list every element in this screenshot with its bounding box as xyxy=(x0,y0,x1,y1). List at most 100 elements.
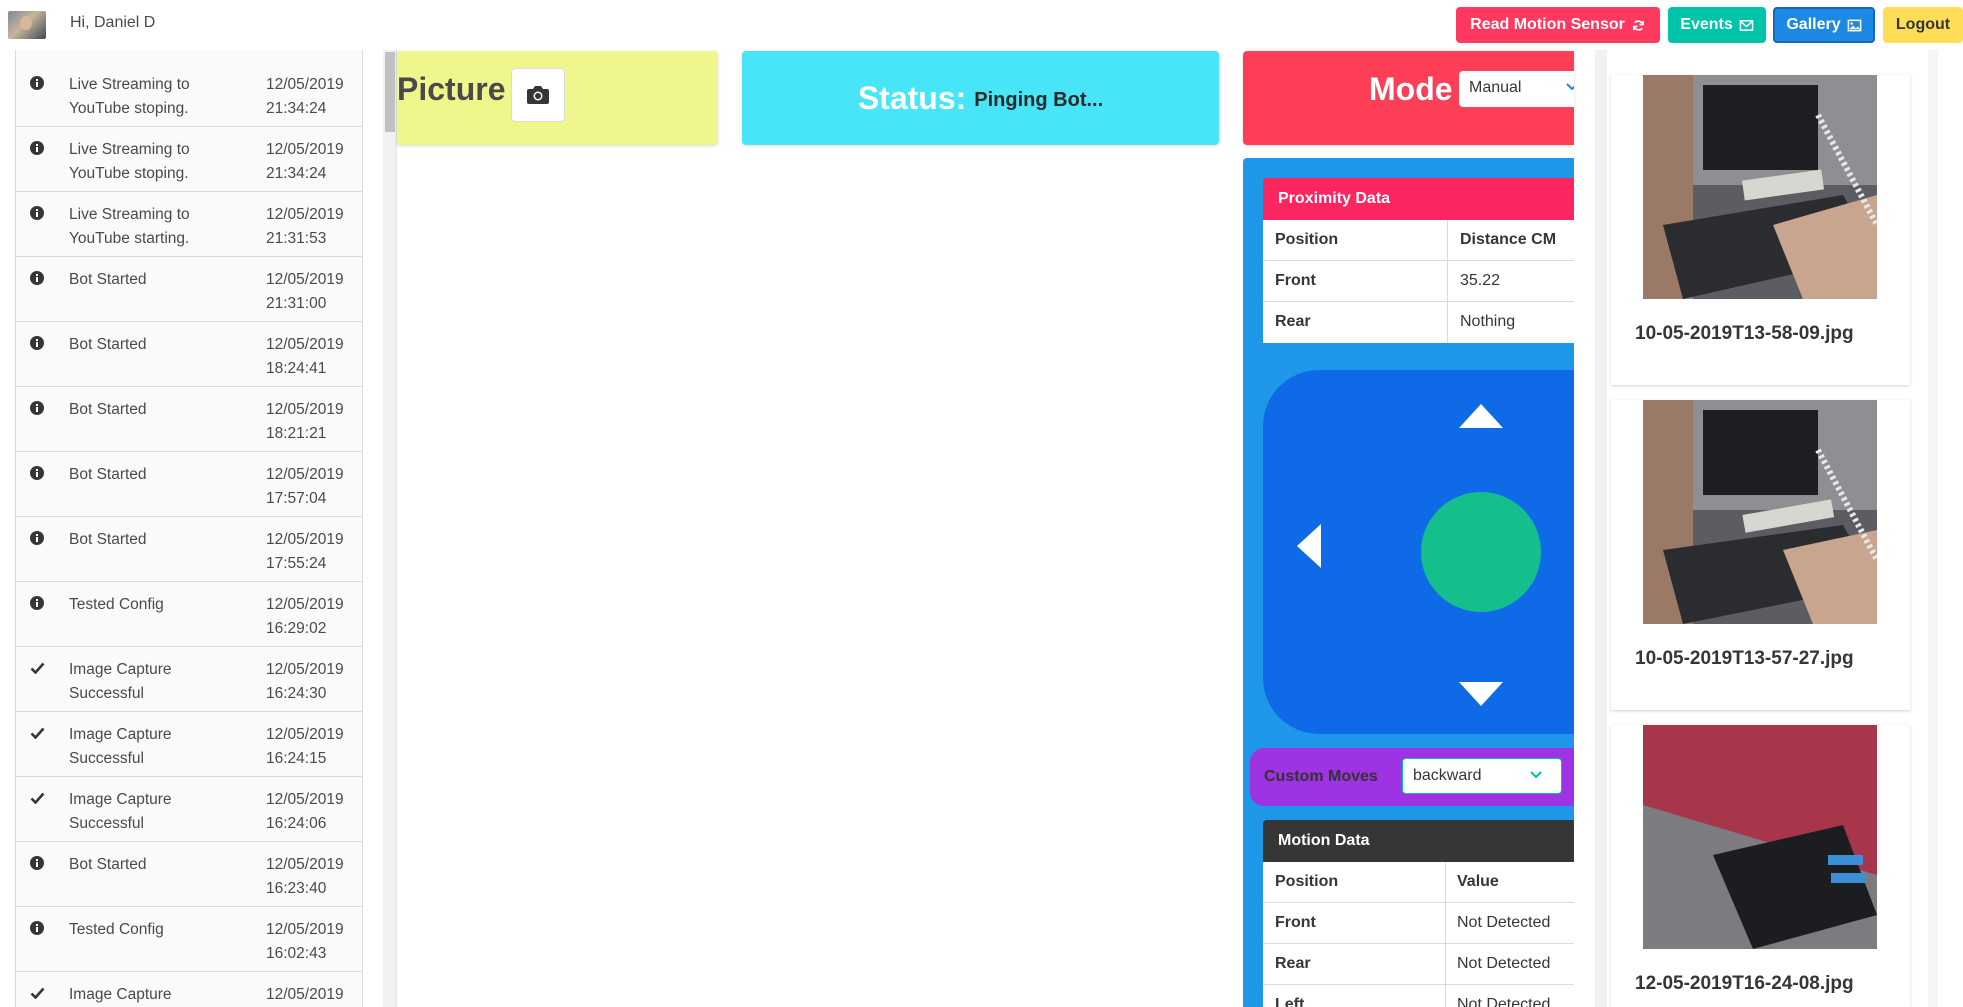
table-row: Front 35.22 xyxy=(1263,261,1574,302)
mode-card: Mode Manual xyxy=(1243,51,1574,145)
avatar[interactable] xyxy=(8,11,46,39)
gallery-card[interactable]: 12-05-2019T16-24-08.jpg xyxy=(1611,725,1910,1007)
event-time: 21:31:53 xyxy=(266,230,327,247)
event-message: Image Capture Successful xyxy=(69,661,172,702)
event-list-item[interactable]: Bot Started 12/05/2019 18:24:41 xyxy=(16,322,362,387)
event-time: 16:24:30 xyxy=(266,685,327,702)
event-date: 12/05/2019 xyxy=(266,76,344,93)
events-button[interactable]: Events xyxy=(1668,7,1766,43)
event-timestamp: 12/05/2019 17:57:04 xyxy=(266,463,362,511)
event-list-item[interactable]: Live Streaming to YouTube starting. 12/05… xyxy=(16,192,362,257)
event-list-item[interactable]: Image Capture Successful 12/05/2019 16:24:… xyxy=(16,647,362,712)
check-icon xyxy=(29,790,45,806)
check-icon xyxy=(29,660,45,676)
arrow-down-icon[interactable] xyxy=(1457,680,1505,708)
scrollbar-thumb[interactable] xyxy=(385,52,395,132)
event-timestamp: 12/05/2019 16:24:30 xyxy=(266,658,362,706)
event-time: 21:34:24 xyxy=(266,165,327,182)
gallery-image[interactable] xyxy=(1643,725,1877,949)
mode-title: Mode xyxy=(1369,71,1453,107)
event-list-item[interactable]: Image Capture Successful 12/05/2019 16:24:… xyxy=(16,777,362,842)
stop-button[interactable] xyxy=(1421,492,1541,612)
event-list-item[interactable]: Bot Started 12/05/2019 17:57:04 xyxy=(16,452,362,517)
event-list-item[interactable]: Bot Started 12/05/2019 17:55:24 xyxy=(16,517,362,582)
arrow-up-icon[interactable] xyxy=(1457,402,1505,430)
event-message: Bot Started xyxy=(69,856,147,873)
event-time: 16:02:43 xyxy=(266,945,327,962)
mode-select[interactable]: Manual xyxy=(1459,71,1574,107)
proximity-table: Position Distance CM Front 35.22 Rear No… xyxy=(1263,220,1574,343)
info-icon xyxy=(29,595,45,611)
event-list-item[interactable]: Bot Started 12/05/2019 18:21:21 xyxy=(16,387,362,452)
image-icon xyxy=(1847,19,1861,31)
arrow-left-icon[interactable] xyxy=(1295,522,1323,570)
gallery-card[interactable]: 10-05-2019T13-58-09.jpg xyxy=(1611,75,1910,385)
event-message: Image Capture Successful xyxy=(69,726,172,767)
event-time: 21:31:00 xyxy=(266,295,327,312)
read-motion-sensor-button[interactable]: Read Motion Sensor xyxy=(1456,7,1660,43)
event-date: 12/05/2019 xyxy=(266,791,344,808)
gallery-image[interactable] xyxy=(1643,75,1877,299)
event-list-item[interactable]: Live Streaming to YouTube stoping. 12/05/… xyxy=(16,62,362,127)
event-list-item[interactable]: Image Capture 12/05/2019 xyxy=(16,972,362,1007)
event-message: Live Streaming to YouTube stoping. xyxy=(69,141,190,182)
info-icon xyxy=(29,270,45,286)
column-header: Position xyxy=(1275,873,1339,890)
event-date: 12/05/2019 xyxy=(266,271,344,288)
event-message: Image Capture xyxy=(69,986,172,1003)
event-list-item[interactable]: Tested Config 12/05/2019 16:02:43 xyxy=(16,907,362,972)
event-list-item[interactable]: Bot Started 12/05/2019 16:23:40 xyxy=(16,842,362,907)
chevron-down-icon xyxy=(1530,771,1542,779)
status-label: Status: xyxy=(857,79,967,116)
chevron-down-icon xyxy=(1566,83,1574,91)
event-date: 12/05/2019 xyxy=(266,596,344,613)
event-list-item[interactable]: Image Capture Successful 12/05/2019 16:24:… xyxy=(16,712,362,777)
events-label: Events xyxy=(1680,16,1733,33)
event-time: 17:55:24 xyxy=(266,555,327,572)
custom-moves-select[interactable]: backward xyxy=(1402,758,1562,794)
event-message: Live Streaming to YouTube stoping. xyxy=(69,76,190,117)
event-timestamp: 12/05/2019 21:31:00 xyxy=(266,268,362,316)
event-list-item[interactable]: Bot Started 12/05/2019 21:31:00 xyxy=(16,257,362,322)
events-scrollbar[interactable] xyxy=(383,50,397,1007)
event-date: 12/05/2019 xyxy=(266,986,344,1003)
gallery-scrollbar[interactable] xyxy=(1595,50,1607,1007)
picture-card: Picture xyxy=(397,51,718,145)
info-icon xyxy=(29,140,45,156)
table-header-row: Position Value xyxy=(1263,862,1574,903)
event-date: 12/05/2019 xyxy=(266,206,344,223)
check-icon xyxy=(29,985,45,1001)
table-row: Rear Not Detected xyxy=(1263,944,1574,985)
event-message: Tested Config xyxy=(69,921,164,938)
value-cell: Not Detected xyxy=(1457,914,1551,931)
event-date: 12/05/2019 xyxy=(266,661,344,678)
event-time: 16:24:06 xyxy=(266,815,327,832)
event-date: 12/05/2019 xyxy=(266,856,344,873)
column-header: Position xyxy=(1275,231,1339,248)
event-timestamp: 12/05/2019 16:24:15 xyxy=(266,723,362,771)
custom-moves-bar: Custom Moves backward xyxy=(1250,748,1574,806)
gallery-image[interactable] xyxy=(1643,400,1877,624)
capture-picture-button[interactable] xyxy=(511,68,565,122)
event-timestamp: 12/05/2019 18:24:41 xyxy=(266,333,362,381)
event-date: 12/05/2019 xyxy=(266,921,344,938)
custom-moves-label: Custom Moves xyxy=(1264,768,1378,785)
gallery-button[interactable]: Gallery xyxy=(1773,7,1875,43)
events-panel[interactable]: Live Streaming to YouTube stoping. 12/05/… xyxy=(15,50,363,1007)
info-icon xyxy=(29,75,45,91)
event-list-item[interactable]: Tested Config 12/05/2019 16:29:02 xyxy=(16,582,362,647)
info-icon xyxy=(29,400,45,416)
event-timestamp: 12/05/2019 xyxy=(266,983,362,1007)
gallery-card[interactable]: 10-05-2019T13-57-27.jpg xyxy=(1611,400,1910,710)
event-time: 16:23:40 xyxy=(266,880,327,897)
event-list-item[interactable]: Live Streaming to YouTube stoping. 12/05/… xyxy=(16,127,362,192)
event-date: 12/05/2019 xyxy=(266,141,344,158)
info-icon xyxy=(29,920,45,936)
info-icon xyxy=(29,530,45,546)
greeting-text: Hi, Daniel D xyxy=(70,14,156,31)
event-timestamp: 12/05/2019 16:02:43 xyxy=(266,918,362,966)
logout-button[interactable]: Logout xyxy=(1883,7,1963,43)
event-timestamp: 12/05/2019 17:55:24 xyxy=(266,528,362,576)
gallery-inner-scrollbar[interactable] xyxy=(1928,50,1938,1007)
event-timestamp: 12/05/2019 21:31:53 xyxy=(266,203,362,251)
